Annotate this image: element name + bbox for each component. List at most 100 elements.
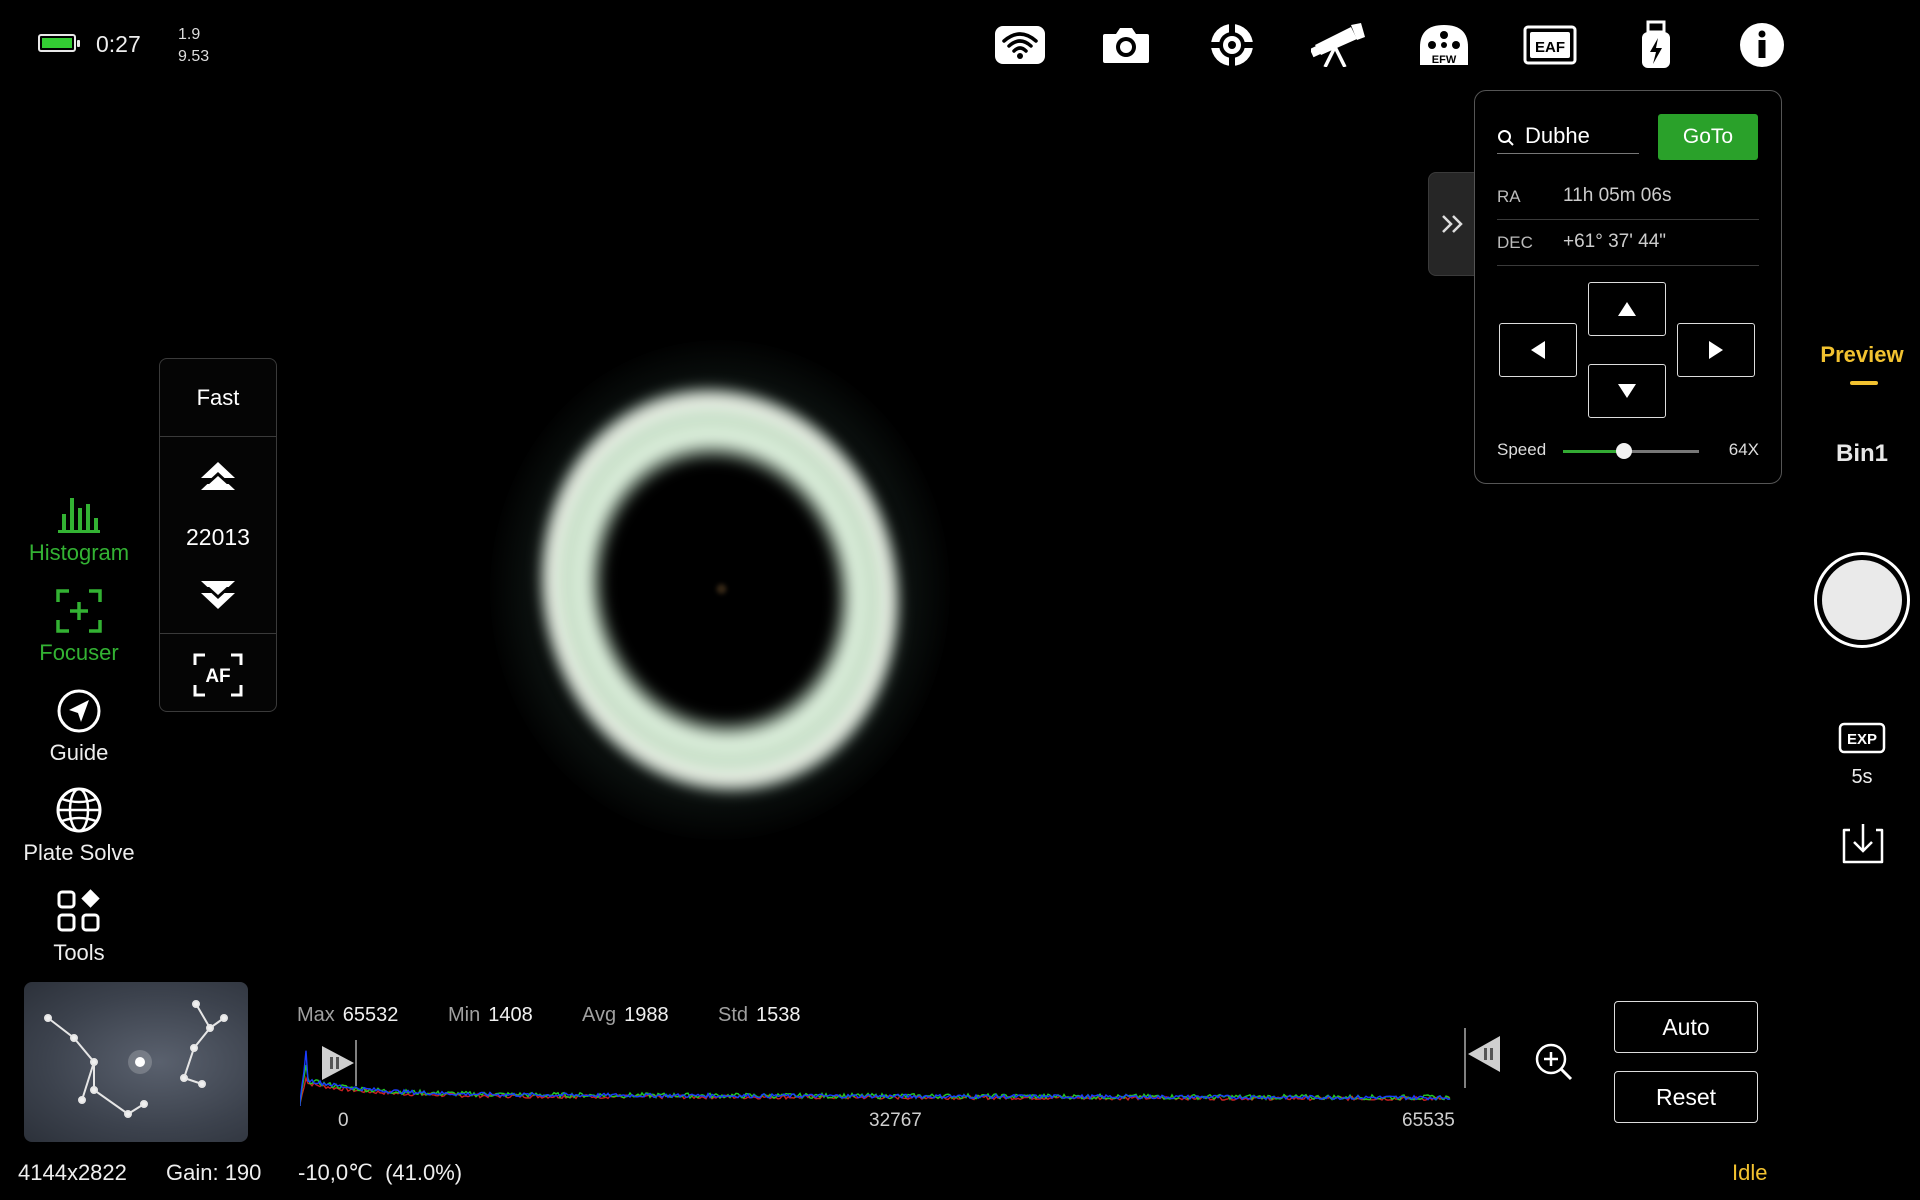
histogram-curve — [300, 1050, 1451, 1106]
histogram-plot[interactable] — [300, 1030, 1490, 1110]
tool-focuser[interactable]: Focuser — [14, 589, 144, 666]
stat-std: Std 1538 — [718, 1004, 801, 1027]
tool-histogram-label: Histogram — [28, 540, 130, 565]
arrow-left-icon — [1531, 341, 1545, 359]
guide-icon — [14, 689, 144, 734]
stat-avg-value: 1988 — [624, 1004, 669, 1026]
arrow-down-icon — [1618, 384, 1636, 398]
download-icon[interactable] — [1840, 822, 1886, 871]
ra-value: 11h 05m 06s — [1563, 185, 1672, 206]
tool-guide-label: Guide — [49, 740, 109, 765]
shutter-button[interactable] — [1814, 552, 1910, 648]
telescope-icon[interactable] — [1310, 18, 1366, 72]
speed-slider-knob[interactable] — [1616, 443, 1633, 459]
histogram-icon — [14, 490, 144, 534]
speed-slider[interactable] — [1563, 443, 1699, 459]
info-icon[interactable] — [1734, 18, 1790, 72]
slew-north-button[interactable] — [1588, 282, 1666, 336]
usb-drive-icon[interactable] — [1628, 18, 1684, 72]
double-chevron-right-icon — [1442, 215, 1463, 233]
af-label: AF — [205, 666, 230, 687]
stat-min-value: 1408 — [488, 1004, 533, 1026]
tool-tools-label: Tools — [53, 940, 105, 965]
histogram-tick-mid: 32767 — [869, 1110, 922, 1131]
focuser-position: 22013 — [186, 524, 250, 550]
tool-tools[interactable]: Tools — [14, 889, 144, 966]
battery-icon — [38, 34, 80, 52]
histogram-curve — [300, 1064, 1451, 1106]
slew-west-button[interactable] — [1499, 323, 1577, 377]
stat-max-value: 65532 — [342, 1004, 399, 1026]
globe-icon — [14, 787, 144, 834]
exposure-icon[interactable]: EXP — [1838, 722, 1886, 754]
tools-grid-icon — [14, 889, 144, 934]
focus-in-button[interactable] — [160, 579, 276, 609]
stat-max-label: Max — [297, 1004, 335, 1026]
filter-wheel-icon[interactable]: EFW — [1416, 18, 1472, 72]
autofocus-icon: AF — [193, 653, 243, 697]
dec-label: DEC — [1497, 233, 1533, 252]
status-value-bottom: 9.53 — [178, 48, 210, 65]
dec-value: +61° 37' 44" — [1563, 231, 1667, 252]
exp-label: EXP — [1847, 731, 1877, 748]
focuser-eaf-icon[interactable]: EAF — [1522, 18, 1578, 72]
preview-mode-tab[interactable]: Preview — [1808, 342, 1916, 368]
stat-std-value: 1538 — [756, 1004, 801, 1026]
tool-plate-solve[interactable]: Plate Solve — [14, 787, 144, 866]
stat-min: Min 1408 — [448, 1004, 533, 1027]
mount-target-icon[interactable] — [1204, 18, 1260, 72]
double-chevron-up-icon — [201, 462, 235, 490]
collapse-panel-button[interactable] — [1428, 172, 1478, 276]
status-values: 1.9 9.53 — [178, 24, 209, 68]
ra-label: RA — [1497, 187, 1521, 206]
focuser-icon — [14, 589, 144, 634]
tool-focuser-label: Focuser — [39, 640, 119, 665]
double-chevron-down-icon — [201, 581, 235, 609]
efw-label: EFW — [1432, 54, 1457, 66]
focuser-speed-mode[interactable]: Fast — [160, 385, 276, 411]
histogram-curve — [300, 1075, 1451, 1106]
tool-guide[interactable]: Guide — [14, 689, 144, 766]
arrow-right-icon — [1709, 341, 1723, 359]
histogram-tick-max: 65535 — [1402, 1110, 1455, 1131]
clock-time: 0:27 — [96, 31, 141, 57]
stat-avg-label: Avg — [582, 1004, 617, 1026]
auto-stretch-button[interactable]: Auto — [1614, 1001, 1758, 1053]
stat-max: Max 65532 — [297, 1004, 398, 1027]
stat-std-label: Std — [718, 1004, 749, 1026]
camera-icon[interactable] — [1098, 18, 1154, 72]
focus-out-button[interactable] — [160, 462, 276, 492]
preview-underline — [1850, 381, 1878, 385]
autofocus-button[interactable]: AF — [160, 653, 276, 697]
arrow-up-icon — [1618, 302, 1636, 316]
slew-east-button[interactable] — [1677, 323, 1755, 377]
speed-value: 64X — [1728, 440, 1759, 459]
stat-min-label: Min — [448, 1004, 481, 1026]
temperature-readout: -10,0℃ (41.0%) — [298, 1160, 463, 1185]
slew-south-button[interactable] — [1588, 364, 1666, 418]
ra-row: RA 11h 05m 06s — [1497, 173, 1759, 220]
resolution-readout: 4144x2822 — [18, 1160, 127, 1185]
reset-stretch-button[interactable]: Reset — [1614, 1071, 1758, 1123]
goto-button[interactable]: GoTo — [1658, 114, 1758, 160]
goto-panel: Dubhe GoTo RA 11h 05m 06s DEC +61° 37' 4… — [1474, 90, 1782, 484]
zoom-in-icon[interactable] — [1534, 1042, 1574, 1087]
dec-row: DEC +61° 37' 44" — [1497, 219, 1759, 266]
target-search-input[interactable]: Dubhe — [1497, 119, 1639, 154]
stat-avg: Avg 1988 — [582, 1004, 669, 1027]
focuser-panel: Fast 22013 AF — [159, 358, 277, 712]
wifi-icon[interactable] — [992, 18, 1048, 72]
sky-image[interactable] — [490, 340, 950, 840]
exposure-value: 5s — [1851, 766, 1873, 788]
histogram-tick-min: 0 — [338, 1110, 349, 1131]
gain-readout: Gain: 190 — [166, 1160, 262, 1185]
eaf-label: EAF — [1535, 39, 1565, 56]
tool-histogram[interactable]: Histogram — [14, 490, 144, 566]
search-value: Dubhe — [1525, 123, 1590, 148]
star-map-thumbnail[interactable] — [24, 982, 248, 1142]
status-value-top: 1.9 — [178, 26, 201, 43]
bin-button[interactable]: Bin1 — [1808, 440, 1916, 468]
speed-label: Speed — [1497, 440, 1547, 459]
tool-plate-solve-label: Plate Solve — [23, 840, 135, 865]
white-point-handle[interactable] — [1462, 1028, 1504, 1093]
